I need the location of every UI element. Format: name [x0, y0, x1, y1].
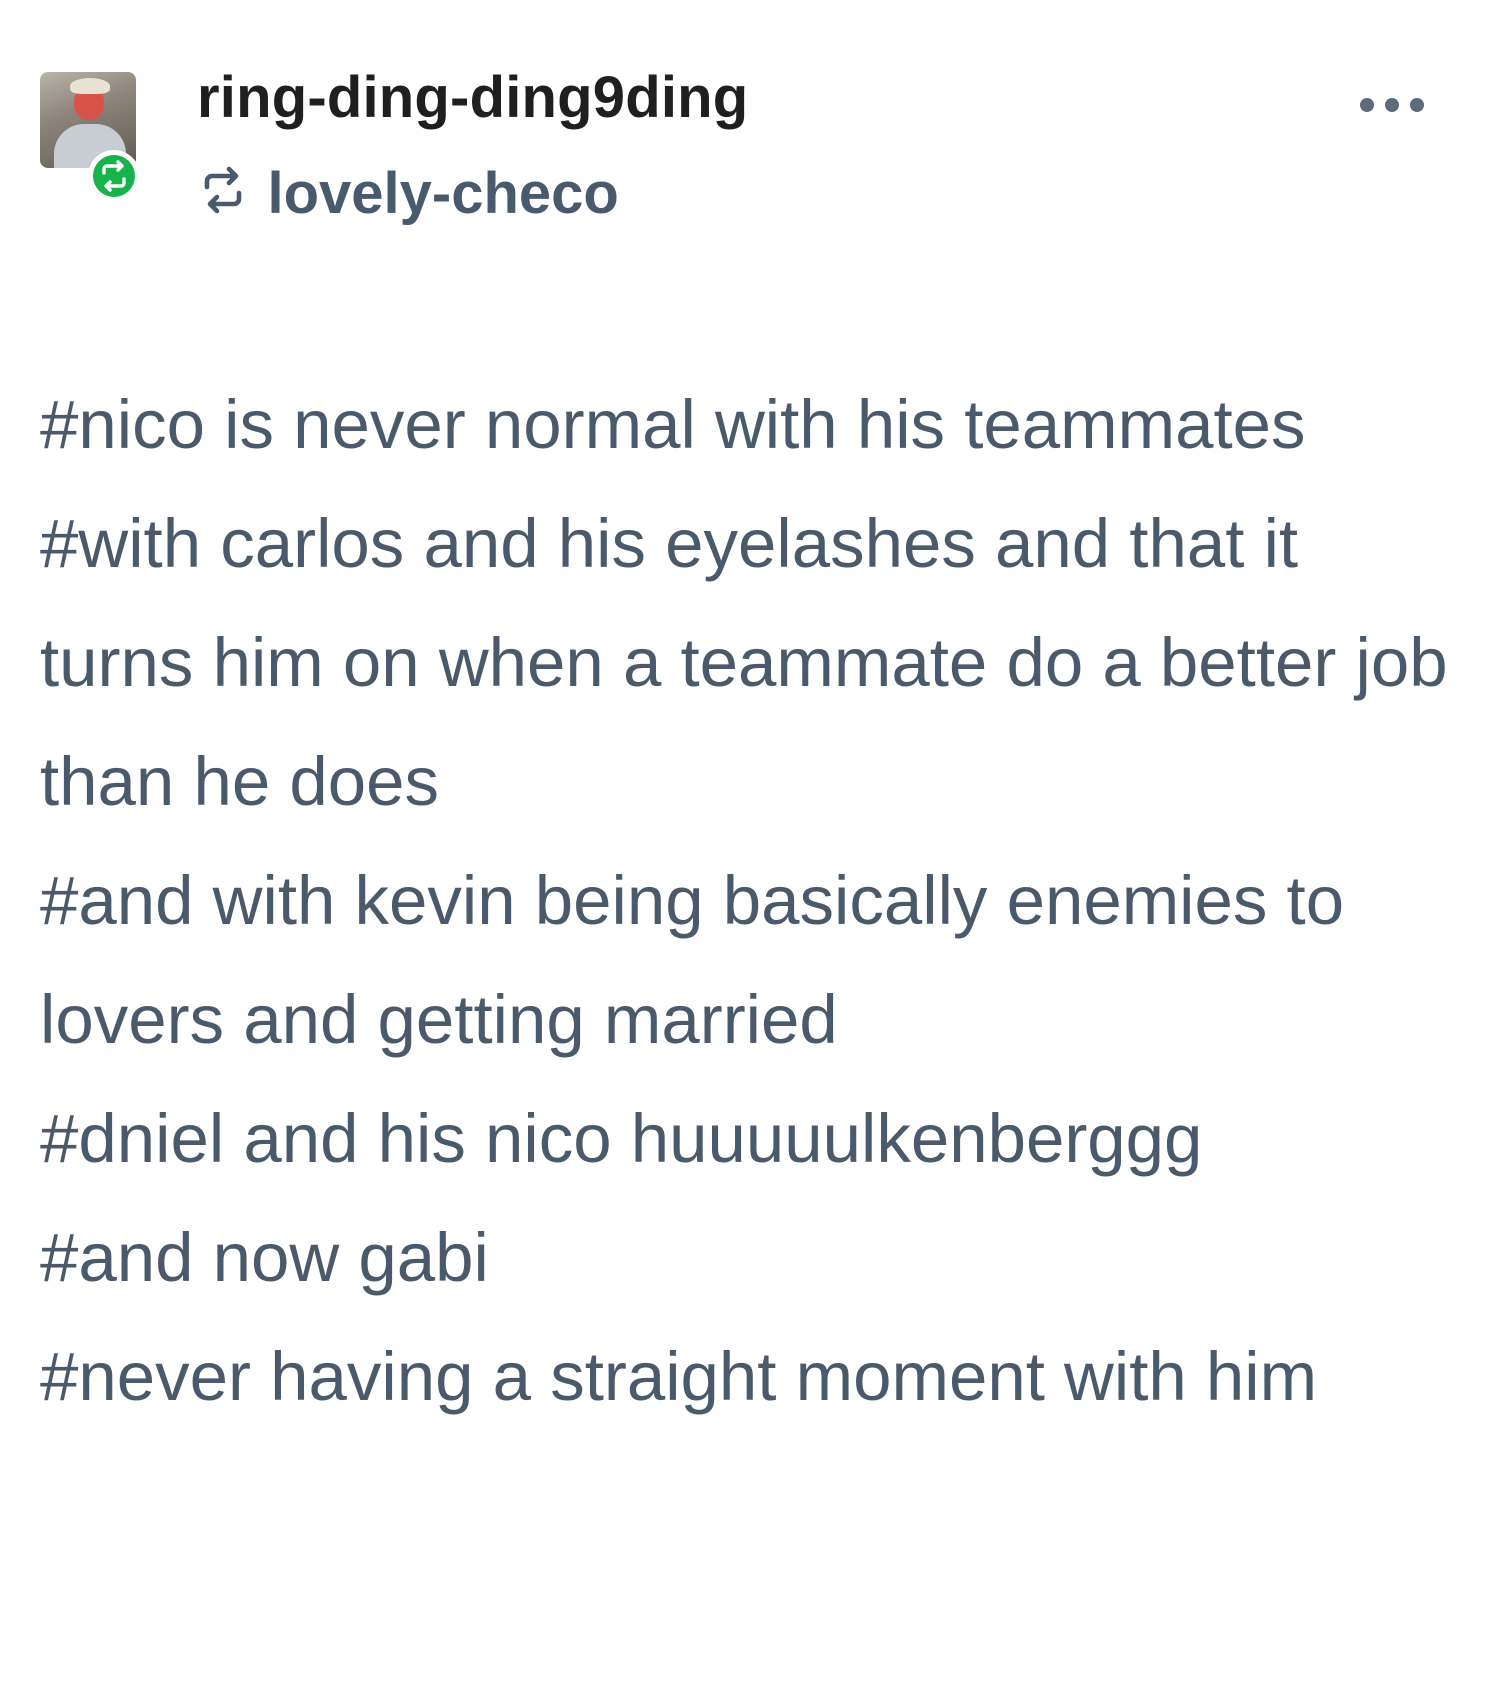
tag-link[interactable]: #and now gabi [40, 1198, 1460, 1317]
reblog-post: ring-ding-ding9ding lovely-checo #nico i… [0, 0, 1500, 1695]
post-tags: #nico is never normal with his teammates… [40, 365, 1460, 1436]
reblog-icon [102, 160, 126, 192]
reblog-badge-icon [88, 150, 140, 202]
reblog-icon [204, 166, 242, 213]
tag-link[interactable]: #and with kevin being basically enemies … [40, 841, 1460, 1079]
tag-link[interactable]: #dniel and his nico huuuuulkenberggg [40, 1079, 1460, 1198]
post-username[interactable]: ring-ding-ding9ding [197, 64, 748, 131]
reblog-source-username[interactable]: lovely-checo [267, 160, 618, 227]
reblog-source-row[interactable]: lovely-checo [197, 160, 619, 227]
avatar-hair [70, 78, 110, 94]
more-dot [1410, 98, 1424, 112]
more-dot [1385, 98, 1399, 112]
more-options-icon[interactable] [1360, 90, 1440, 120]
tag-link[interactable]: #nico is never normal with his teammates [40, 365, 1460, 484]
post-header: ring-ding-ding9ding lovely-checo [40, 60, 1460, 260]
tag-link[interactable]: #never having a straight moment with him [40, 1317, 1460, 1436]
tag-link[interactable]: #with carlos and his eyelashes and that … [40, 484, 1460, 841]
avatar-container[interactable] [40, 72, 150, 202]
more-dot [1360, 98, 1374, 112]
